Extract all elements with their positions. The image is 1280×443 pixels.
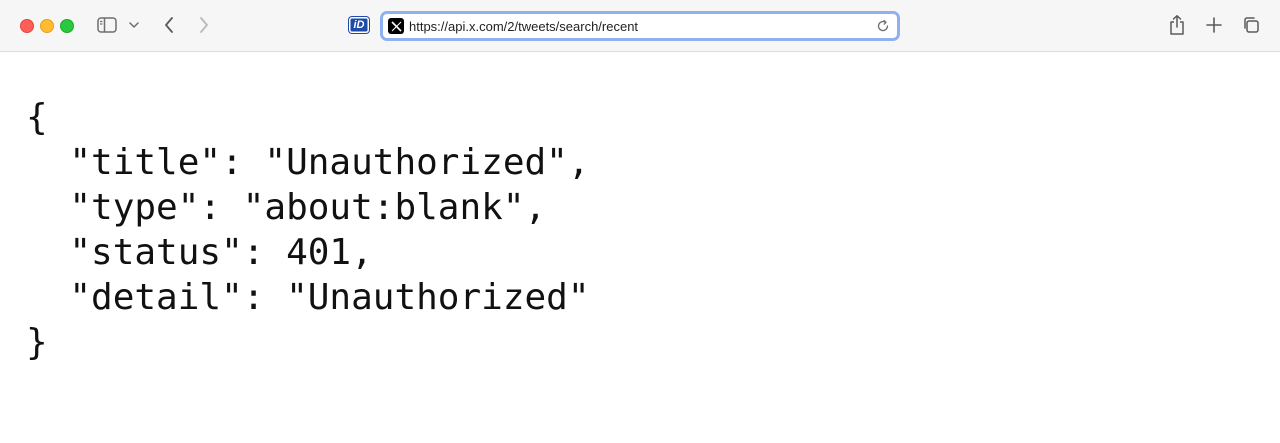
sidebar-icon[interactable]	[96, 15, 118, 35]
address-bar[interactable]: https://api.x.com/2/tweets/search/recent	[380, 11, 900, 41]
share-icon[interactable]	[1167, 13, 1187, 37]
tabs-icon[interactable]	[1241, 15, 1261, 35]
x-logo-icon	[388, 18, 404, 34]
page-content: { "title": "Unauthorized", "type": "abou…	[0, 52, 1280, 443]
chevron-left-icon[interactable]	[160, 14, 178, 36]
plus-icon[interactable]	[1205, 16, 1223, 34]
extension-id-icon[interactable]: iD	[349, 17, 369, 33]
chevron-right-icon[interactable]	[195, 14, 213, 36]
browser-toolbar: iD https://api.x.com/2/tweets/search/rec…	[0, 0, 1280, 52]
zoom-window-button[interactable]	[60, 19, 74, 33]
close-window-button[interactable]	[20, 19, 34, 33]
chevron-down-icon[interactable]	[128, 18, 140, 32]
reload-icon[interactable]	[875, 18, 891, 34]
url-text[interactable]: https://api.x.com/2/tweets/search/recent	[409, 19, 638, 34]
minimize-window-button[interactable]	[40, 19, 54, 33]
json-response: { "title": "Unauthorized", "type": "abou…	[26, 97, 590, 363]
